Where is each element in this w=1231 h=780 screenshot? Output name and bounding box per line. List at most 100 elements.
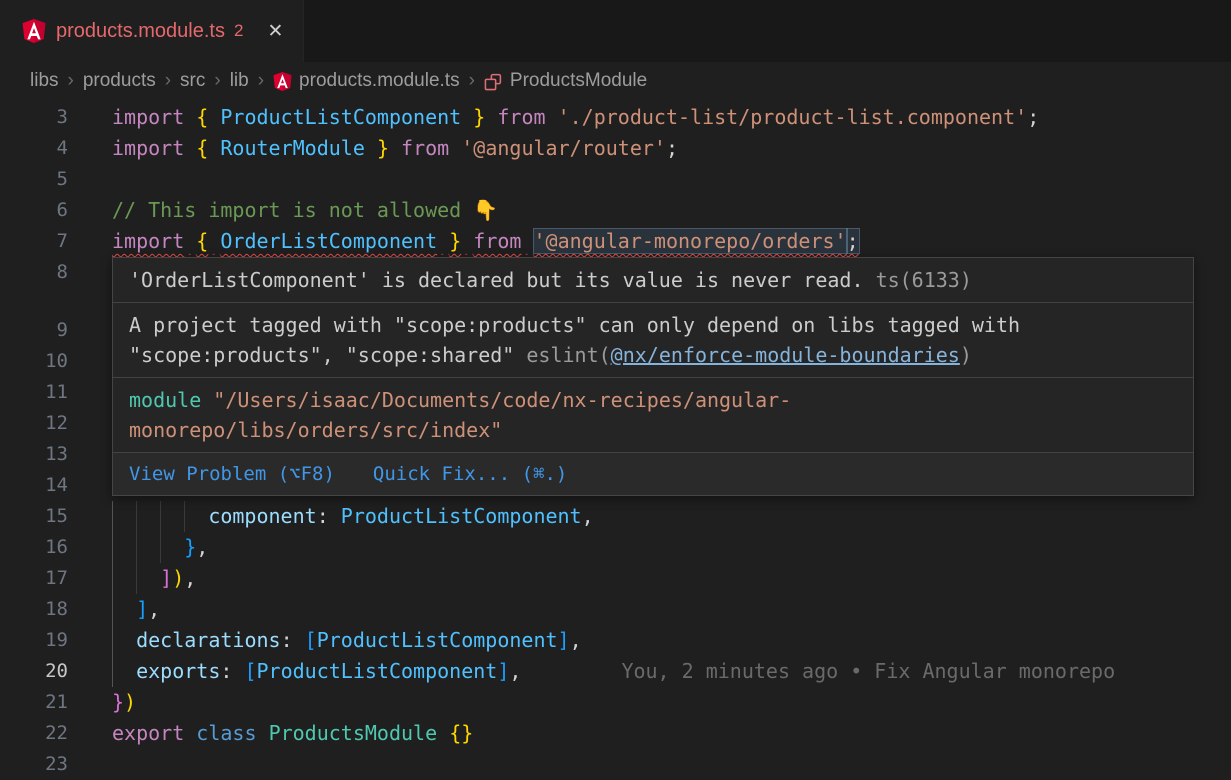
eslint-rule-link[interactable]: @nx/enforce-module-boundaries bbox=[611, 343, 960, 367]
line-number: 8 bbox=[0, 257, 68, 288]
code-token: declarations bbox=[136, 628, 281, 652]
indent-guide bbox=[112, 656, 136, 687]
line-number: 21 bbox=[0, 687, 68, 718]
line-number: 14 bbox=[0, 470, 68, 501]
indent-guide bbox=[184, 501, 208, 532]
code-token: { bbox=[196, 136, 208, 160]
code-token: OrderListComponent bbox=[220, 229, 437, 253]
line-number: 23 bbox=[0, 749, 68, 780]
quick-fix-link[interactable]: Quick Fix... (⌘.) bbox=[373, 461, 567, 487]
line-number: 13 bbox=[0, 439, 68, 470]
line-number: 20 bbox=[0, 656, 68, 687]
code-line-4[interactable]: 4import { RouterModule } from '@angular/… bbox=[0, 133, 1231, 164]
code-token: } bbox=[184, 535, 196, 559]
line-number: 15 bbox=[0, 501, 68, 532]
code-line-5[interactable]: 5 bbox=[0, 164, 1231, 195]
module-path-line1: module "/Users/isaac/Documents/code/nx-r… bbox=[129, 385, 1177, 415]
code-token bbox=[184, 721, 196, 745]
code-token bbox=[257, 721, 269, 745]
close-icon[interactable]: ✕ bbox=[267, 20, 283, 43]
code-area[interactable]: 'OrderListComponent' is declared but its… bbox=[0, 100, 1231, 780]
line-content: import { OrderListComponent } from '@ang… bbox=[112, 226, 859, 257]
code-token: from bbox=[497, 105, 545, 129]
code-token bbox=[461, 229, 473, 253]
code-token: { bbox=[196, 229, 208, 253]
code-token: ProductListComponent bbox=[220, 105, 461, 129]
indent-guide bbox=[136, 563, 160, 594]
code-line-21[interactable]: 21}) bbox=[0, 687, 1231, 718]
breadcrumb-label: products.module.ts bbox=[299, 70, 460, 92]
hover-popup: 'OrderListComponent' is declared but its… bbox=[112, 257, 1194, 496]
code-line-3[interactable]: 3 import { ProductListComponent } from '.… bbox=[0, 102, 1231, 133]
breadcrumb-item-products[interactable]: products bbox=[83, 70, 156, 92]
code-token: , bbox=[582, 504, 594, 528]
code-token: } bbox=[449, 229, 461, 253]
code-token: [ bbox=[305, 628, 317, 652]
line-content: }) bbox=[112, 687, 136, 718]
line-number: 3 bbox=[0, 102, 68, 133]
code-line-19[interactable]: 19declarations: [ProductListComponent], bbox=[0, 625, 1231, 656]
line-number: 4 bbox=[0, 133, 68, 164]
code-token: ; bbox=[666, 136, 678, 160]
code-token bbox=[461, 105, 473, 129]
indent-guide bbox=[136, 501, 160, 532]
angular-icon bbox=[22, 19, 46, 43]
indent-guide bbox=[136, 532, 160, 563]
module-path-line2: monorepo/libs/orders/src/index" bbox=[129, 415, 1177, 445]
code-token bbox=[208, 229, 220, 253]
code-token bbox=[449, 136, 461, 160]
line-number: 10 bbox=[0, 346, 68, 377]
line-number: 9 bbox=[0, 315, 68, 346]
breadcrumb-label: lib bbox=[230, 70, 249, 92]
breadcrumb-item-libs[interactable]: libs bbox=[30, 70, 59, 92]
code-line-15[interactable]: 15component: ProductListComponent, bbox=[0, 501, 1231, 532]
breadcrumb-item-products-module-ts[interactable]: products.module.ts bbox=[273, 70, 460, 92]
code-token bbox=[389, 136, 401, 160]
breadcrumb-item-productsmodule[interactable]: ProductsModule bbox=[484, 70, 647, 92]
git-blame-annotation: You, 2 minutes ago • Fix Angular monorep… bbox=[621, 659, 1115, 683]
breadcrumb-item-src[interactable]: src bbox=[180, 70, 205, 92]
code-token bbox=[521, 229, 533, 253]
code-line-7[interactable]: 7import { OrderListComponent } from '@an… bbox=[0, 226, 1231, 257]
tab-problems-badge: 2 bbox=[234, 21, 243, 41]
ts-error-source: ts(6133) bbox=[876, 268, 972, 292]
line-content: import { ProductListComponent } from './… bbox=[112, 102, 1039, 133]
eslint-source-close: ) bbox=[960, 343, 972, 367]
code-token: from bbox=[473, 229, 521, 253]
code-token: ; bbox=[1027, 105, 1039, 129]
code-token bbox=[184, 105, 196, 129]
indent-guide bbox=[112, 625, 136, 656]
code-token: component bbox=[208, 504, 316, 528]
line-content: declarations: [ProductListComponent], bbox=[112, 625, 582, 656]
code-token: ] bbox=[136, 597, 148, 621]
code-line-23[interactable]: 23 bbox=[0, 749, 1231, 780]
breadcrumb-label: src bbox=[180, 70, 205, 92]
code-line-16[interactable]: 16}, bbox=[0, 532, 1231, 563]
code-token: import bbox=[112, 105, 184, 129]
code-token: ProductListComponent bbox=[317, 628, 558, 652]
tab-products-module[interactable]: products.module.ts 2 ✕ bbox=[0, 0, 304, 62]
code-line-22[interactable]: 22export class ProductsModule {} bbox=[0, 718, 1231, 749]
code-token: } bbox=[377, 136, 389, 160]
module-icon bbox=[484, 72, 503, 91]
code-token: , bbox=[509, 659, 521, 683]
breadcrumb-item-lib[interactable]: lib bbox=[230, 70, 249, 92]
code-line-20[interactable]: 20exports: [ProductListComponent],You, 2… bbox=[0, 656, 1231, 687]
code-token bbox=[437, 229, 449, 253]
line-number: 11 bbox=[0, 377, 68, 408]
code-line-6[interactable]: 6// This import is not allowed 👇 bbox=[0, 195, 1231, 226]
line-number: 16 bbox=[0, 532, 68, 563]
code-token: { bbox=[196, 105, 208, 129]
code-token: import bbox=[112, 229, 184, 253]
code-line-18[interactable]: 18], bbox=[0, 594, 1231, 625]
code-token: ] bbox=[558, 628, 570, 652]
code-token: ) bbox=[172, 566, 184, 590]
code-token: from bbox=[401, 136, 449, 160]
indent-guide bbox=[112, 532, 136, 563]
line-content: // This import is not allowed 👇 bbox=[112, 195, 498, 226]
vscode-window: products.module.ts 2 ✕ libs›products›src… bbox=[0, 0, 1231, 780]
indent-guide bbox=[112, 594, 136, 625]
code-line-17[interactable]: 17]), bbox=[0, 563, 1231, 594]
line-number: 17 bbox=[0, 563, 68, 594]
view-problem-link[interactable]: View Problem (⌥F8) bbox=[129, 461, 335, 487]
